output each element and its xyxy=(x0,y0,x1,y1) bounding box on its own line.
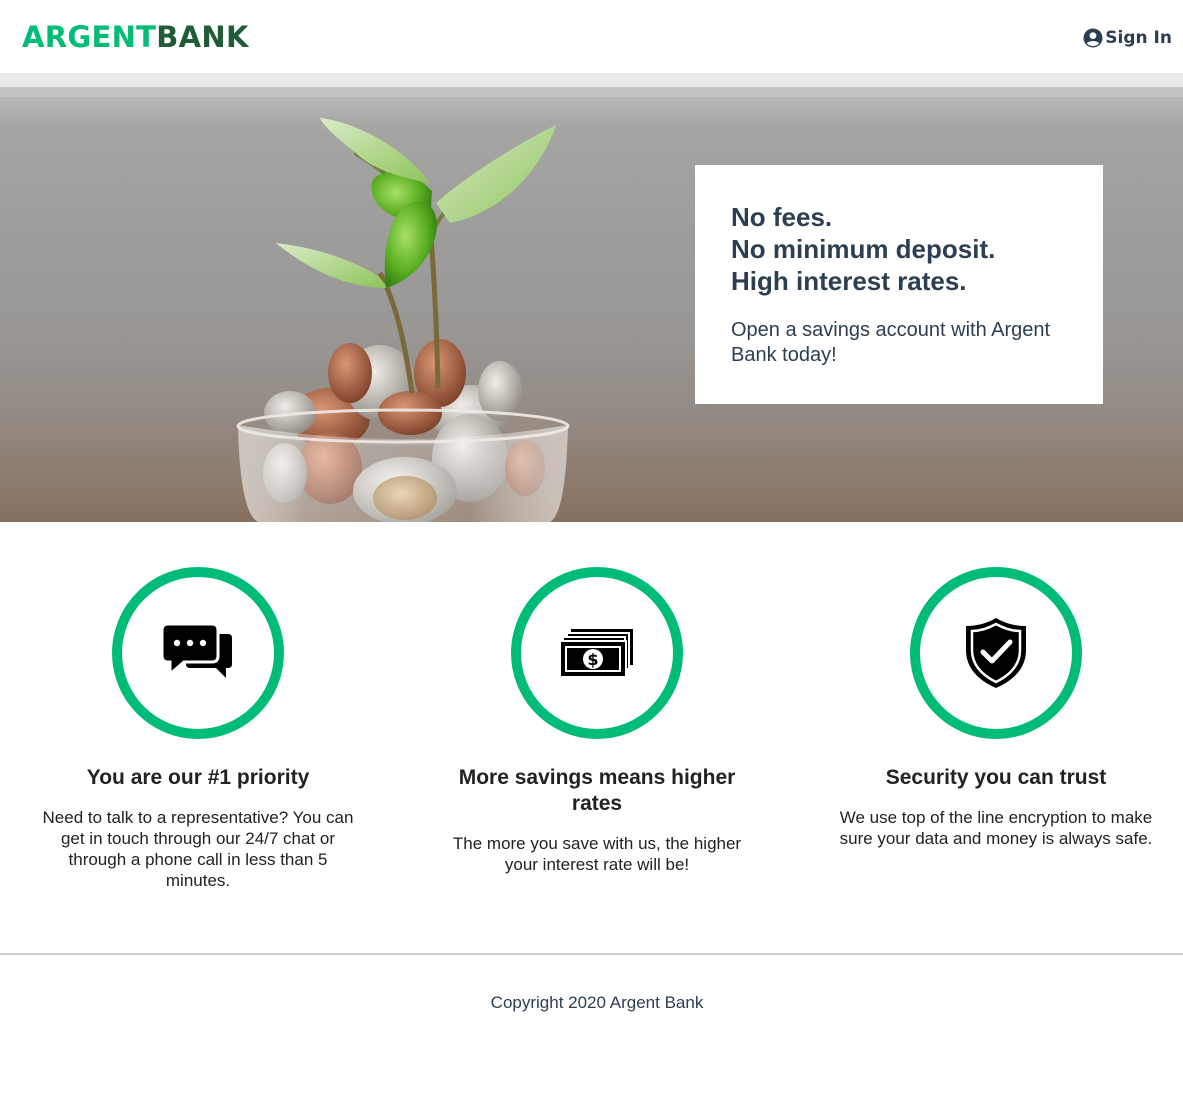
logo: ARGENTBANK xyxy=(22,19,249,54)
feature-item-priority: You are our #1 priority Need to talk to … xyxy=(38,567,358,891)
copyright-text: Copyright 2020 Argent Bank xyxy=(490,993,704,1012)
user-circle-icon xyxy=(1083,28,1103,48)
hero-subtitle: No minimum deposit. xyxy=(731,234,996,264)
money-icon: $ xyxy=(511,567,683,739)
feature-title: More savings means higher rates xyxy=(458,766,736,815)
feature-title: You are our #1 priority xyxy=(86,766,310,789)
sign-in-link[interactable]: Sign In xyxy=(1083,28,1172,48)
feature-item-security: Security you can trust We use top of the… xyxy=(836,567,1156,849)
hero-subtitle: No fees. xyxy=(731,202,833,232)
feature-text: We use top of the line encryption to mak… xyxy=(839,808,1153,848)
main-nav: ARGENTBANK Sign In xyxy=(0,0,1183,73)
sign-in-label: Sign In xyxy=(1105,27,1172,48)
hero-content: No fees. No minimum deposit. High intere… xyxy=(695,165,1103,404)
logo-link[interactable]: ARGENTBANK xyxy=(22,20,249,54)
hero-banner: No fees. No minimum deposit. High intere… xyxy=(0,73,1183,522)
feature-text: The more you save with us, the higher yo… xyxy=(452,834,742,874)
feature-title: Security you can trust xyxy=(885,766,1107,789)
hero-text: Open a savings account with Argent Bank … xyxy=(731,319,1051,366)
svg-text:$: $ xyxy=(587,650,598,669)
chat-icon xyxy=(112,567,284,739)
footer: Copyright 2020 Argent Bank xyxy=(0,955,1183,1101)
feature-item-savings: $ More savings means higher rates The mo… xyxy=(437,567,757,875)
features-section: You are our #1 priority Need to talk to … xyxy=(0,522,1183,953)
feature-text: Need to talk to a representative? You ca… xyxy=(42,808,354,890)
security-icon xyxy=(910,567,1082,739)
hero-subtitle: High interest rates. xyxy=(731,266,967,296)
